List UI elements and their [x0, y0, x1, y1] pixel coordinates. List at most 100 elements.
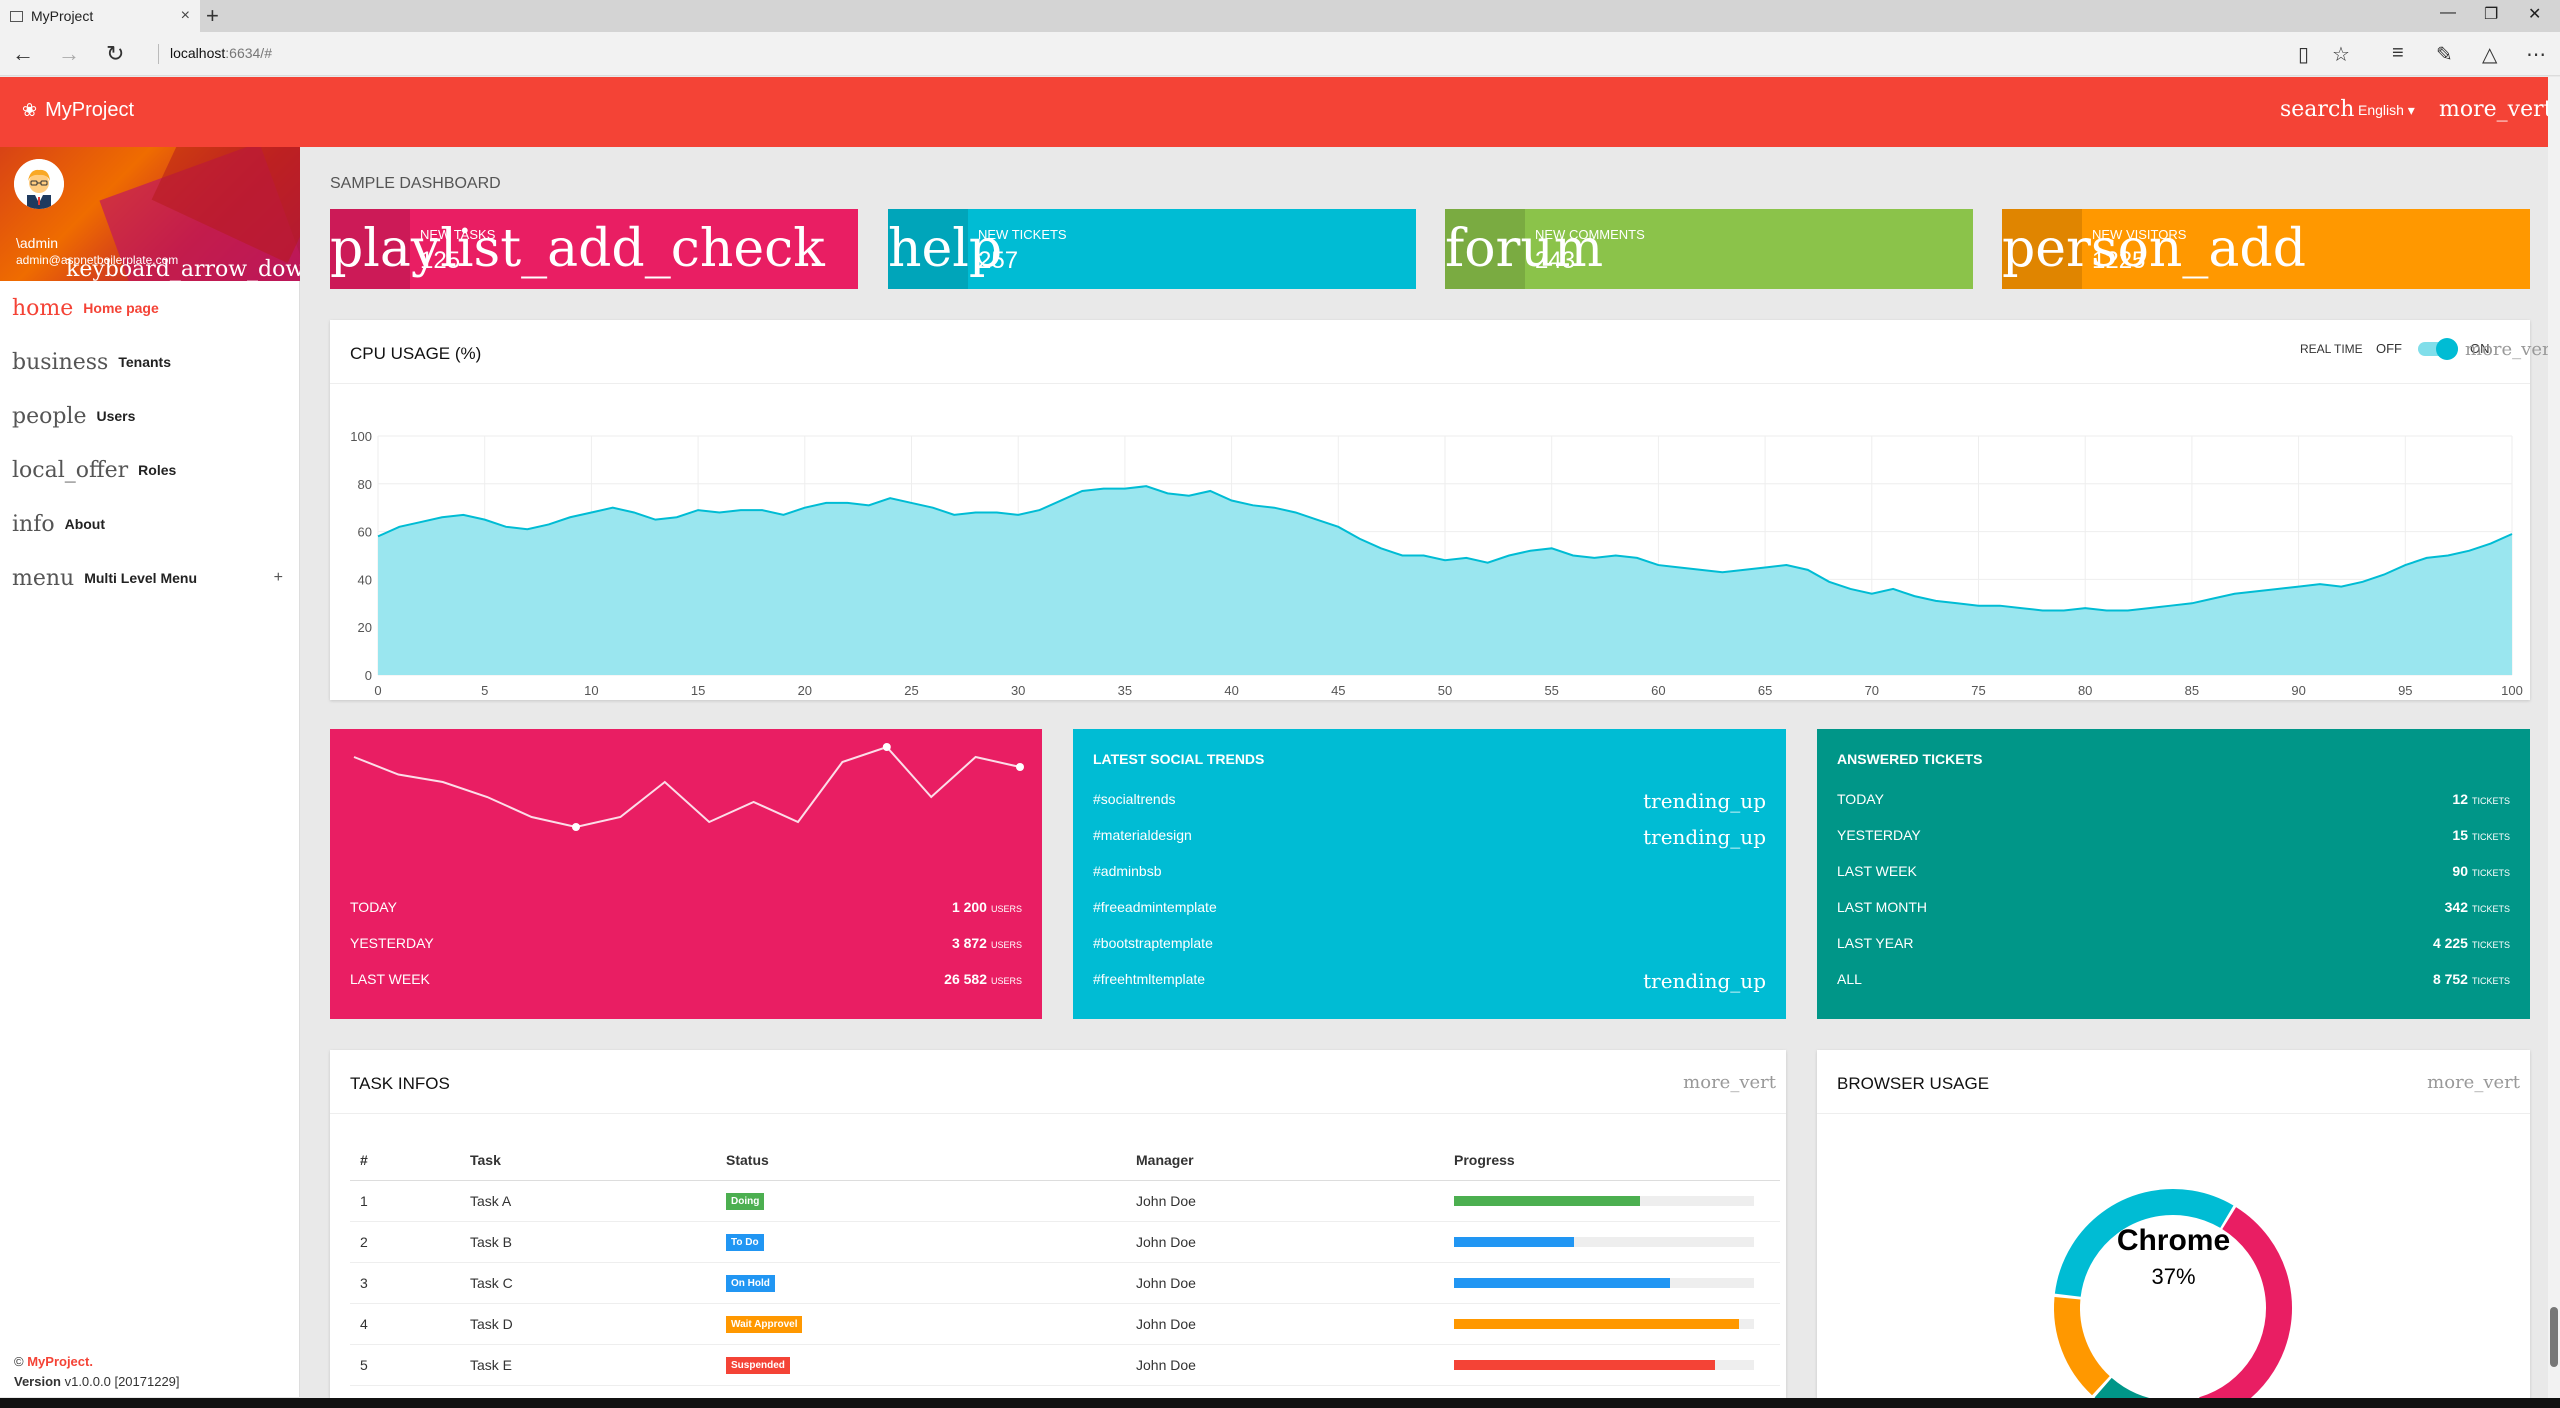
stat-row: LAST YEAR 4 225 TICKETS [1837, 935, 2510, 955]
help-icon: help [888, 219, 1003, 279]
task-manager: John Doe [1126, 1303, 1444, 1345]
y-tick-label: 100 [350, 429, 372, 444]
hub-icon[interactable]: ≡ [2392, 42, 2404, 65]
trend-tag: #freeadmintemplate [1093, 899, 1217, 915]
x-tick-label: 20 [798, 683, 812, 698]
trend-row[interactable]: #socialtrends trending_up [1093, 789, 1766, 813]
close-tab-icon[interactable]: × [181, 7, 190, 25]
status-badge: Wait Approvel [726, 1316, 803, 1333]
progress-bar [1454, 1195, 1754, 1206]
more-vert-icon[interactable]: more_vert [1683, 1072, 1776, 1093]
table-row[interactable]: 4 Task D Wait Approvel John Doe [350, 1303, 1780, 1345]
copyright-brand-link[interactable]: MyProject. [27, 1354, 93, 1369]
sidebar-item-home[interactable]: home Home page [0, 281, 299, 335]
infobox-new-visitors[interactable]: NEW VISITORS 1225 person_add [2002, 209, 2530, 289]
x-tick-label: 45 [1331, 683, 1345, 698]
trend-tag: #freehtmltemplate [1093, 971, 1206, 987]
sidebar-item-multi-level-menu[interactable]: menu Multi Level Menu + [0, 551, 299, 605]
scrollbar-thumb[interactable] [2550, 1307, 2558, 1367]
table-row[interactable]: 2 Task B To Do John Doe [350, 1221, 1780, 1263]
brand-link[interactable]: ❀ MyProject [22, 99, 134, 122]
web-note-icon[interactable]: ✎ [2436, 42, 2453, 67]
more-vert-icon[interactable]: more_vert [2427, 1072, 2520, 1093]
x-tick-label: 85 [2185, 683, 2199, 698]
stat-number: 1 200 [951, 899, 987, 915]
minimize-icon[interactable]: — [2440, 4, 2456, 22]
favorite-star-icon[interactable]: ☆ [2332, 42, 2350, 67]
page-scrollbar[interactable] [2548, 77, 2560, 1398]
task-number: 5 [350, 1344, 460, 1386]
share-icon[interactable]: △ [2482, 42, 2497, 67]
sidebar-item-users[interactable]: people Users [0, 389, 299, 443]
task-manager: John Doe [1126, 1344, 1444, 1386]
keyboard-arrow-down-icon[interactable]: keyboard_arrow_down [66, 257, 300, 281]
more-vert-icon[interactable]: more_vert [2439, 97, 2552, 122]
url-field[interactable]: localhost:6634/# [170, 45, 272, 61]
card-title: BROWSER USAGE [1837, 1074, 1990, 1093]
expand-plus-icon[interactable]: + [274, 569, 283, 587]
new-tab-button[interactable]: + [206, 3, 219, 29]
infobox-new-comments[interactable]: NEW COMMENTS 243 forum [1445, 209, 1973, 289]
progress-fill [1454, 1318, 1739, 1329]
trend-row[interactable]: #bootstraptemplate [1093, 935, 1766, 955]
copyright-symbol: © [14, 1354, 24, 1369]
trend-row[interactable]: #freehtmltemplate trending_up [1093, 969, 1766, 993]
language-dropdown[interactable]: English ▾ [2358, 102, 2415, 119]
stat-value: 342 TICKETS [2445, 899, 2510, 915]
x-tick-label: 55 [1544, 683, 1558, 698]
sidebar-item-label: Multi Level Menu [84, 570, 198, 586]
url-port: :6634/# [225, 45, 272, 61]
task-number: 2 [350, 1221, 460, 1263]
x-tick-label: 40 [1224, 683, 1238, 698]
trend-row[interactable]: #freeadmintemplate [1093, 899, 1766, 919]
trend-row[interactable]: #adminbsb [1093, 863, 1766, 883]
x-tick-label: 80 [2078, 683, 2092, 698]
realtime-switch-knob[interactable] [2436, 338, 2458, 360]
forward-icon[interactable]: → [58, 41, 80, 67]
browser-tab-bar: MyProject × + — ❐ ✕ [0, 0, 2560, 32]
back-icon[interactable]: ← [12, 41, 34, 67]
sidebar-item-tenants[interactable]: business Tenants [0, 335, 299, 389]
progress-bar [1454, 1277, 1754, 1288]
stat-unit: USERS [990, 904, 1022, 914]
trend-tag: #adminbsb [1093, 863, 1162, 879]
stat-row: LAST WEEK 90 TICKETS [1837, 863, 2510, 883]
cpu-usage-card: CPU USAGE (%) 0 5 10 15 20 25 30 35 40 45 50 55 60 65… [330, 320, 2530, 700]
sparkline-point [1016, 763, 1024, 771]
settings-more-icon[interactable]: ⋯ [2526, 42, 2546, 67]
sidebar-item-label: Home page [83, 300, 159, 316]
stat-unit: TICKETS [2471, 940, 2510, 950]
brand-logo-icon: ❀ [22, 100, 38, 120]
trend-row[interactable]: #materialdesign trending_up [1093, 825, 1766, 849]
browser-tab[interactable]: MyProject × [0, 0, 200, 32]
home-icon: home [12, 295, 74, 321]
window-close-icon[interactable]: ✕ [2528, 4, 2541, 24]
stat-value: 1 200 USERS [952, 899, 1022, 915]
infobox-new-tasks[interactable]: NEW TASKS 125 playlist_add_check [330, 209, 858, 289]
users-sparkline [353, 743, 1024, 831]
stat-label: YESTERDAY [350, 935, 434, 951]
table-row[interactable]: 1 Task A Doing John Doe [350, 1180, 1780, 1222]
stat-label: TODAY [350, 899, 397, 915]
task-name: Task B [460, 1221, 716, 1263]
table-row[interactable]: 3 Task C On Hold John Doe [350, 1262, 1780, 1304]
sidebar-item-about[interactable]: info About [0, 497, 299, 551]
url-host: localhost [170, 45, 226, 61]
status-badge: Doing [726, 1193, 765, 1210]
reading-view-icon[interactable]: ▯ [2298, 42, 2309, 67]
x-tick-label: 100 [2501, 683, 2523, 698]
cpu-more-vert-icon[interactable]: more_vert [2465, 339, 2558, 360]
refresh-icon[interactable]: ↻ [106, 41, 124, 67]
playlist-add-check-icon: playlist_add_check [330, 219, 825, 279]
sidebar-item-roles[interactable]: local_offer Roles [0, 443, 299, 497]
trending-up-icon: trending_up [1643, 789, 1766, 813]
stat-row: YESTERDAY 15 TICKETS [1837, 827, 2510, 847]
stat-unit: TICKETS [2471, 796, 2510, 806]
restore-icon[interactable]: ❐ [2484, 4, 2498, 24]
task-progress-cell [1444, 1303, 1780, 1345]
table-row[interactable]: 5 Task E Suspended John Doe [350, 1344, 1780, 1386]
progress-fill [1454, 1359, 1715, 1370]
search-icon[interactable]: search [2280, 97, 2354, 122]
avatar[interactable] [14, 159, 64, 209]
infobox-new-tickets[interactable]: NEW TICKETS 257 help [888, 209, 1416, 289]
